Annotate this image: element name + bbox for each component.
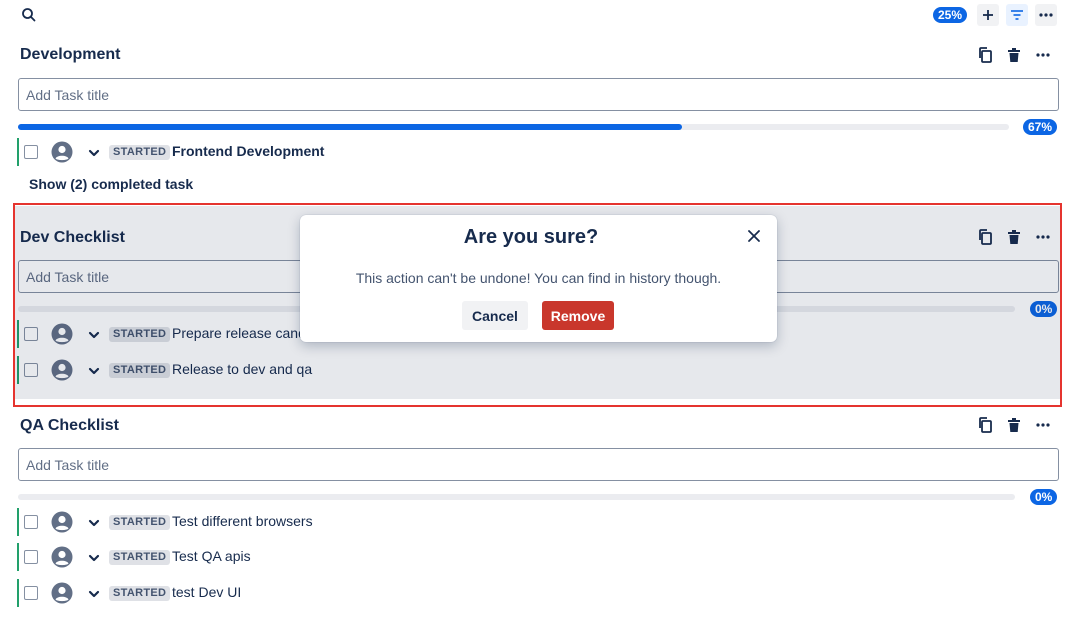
task-checkbox[interactable] <box>24 515 38 529</box>
section-actions <box>974 44 1058 66</box>
progress-bar <box>18 124 1009 130</box>
status-badge[interactable]: STARTED <box>109 515 171 530</box>
chevron-down-icon[interactable] <box>87 587 101 599</box>
status-badge[interactable]: STARTED <box>109 586 171 601</box>
section-title: QA Checklist <box>20 417 119 434</box>
section-actions <box>974 414 1058 436</box>
avatar-icon[interactable] <box>51 511 73 533</box>
remove-button[interactable]: Remove <box>542 301 614 330</box>
filter-button[interactable] <box>1006 4 1028 26</box>
task-checkbox[interactable] <box>24 145 38 159</box>
task-row: STARTED Test QA apis <box>17 543 1057 571</box>
confirm-dialog: Are you sure? This action can't be undon… <box>300 215 777 342</box>
task-checkbox[interactable] <box>24 586 38 600</box>
avatar-icon[interactable] <box>51 141 73 163</box>
avatar-icon[interactable] <box>51 546 73 568</box>
section-title: Development <box>20 46 121 63</box>
plus-icon <box>983 10 993 20</box>
status-badge[interactable]: STARTED <box>109 550 171 565</box>
trash-icon[interactable] <box>1003 44 1025 66</box>
task-title[interactable]: test Dev UI <box>172 584 241 600</box>
dialog-title: Are you sure? <box>463 226 599 248</box>
copy-icon[interactable] <box>974 44 996 66</box>
progress-bar <box>18 494 1015 500</box>
add-task-input[interactable] <box>18 448 1059 481</box>
chevron-down-icon[interactable] <box>87 551 101 563</box>
task-row: STARTED Frontend Development <box>17 138 1057 166</box>
overall-progress-badge: 25% <box>933 7 968 23</box>
add-task-input[interactable] <box>18 78 1059 111</box>
more-icon[interactable] <box>1032 414 1054 436</box>
progress-fill <box>18 124 682 130</box>
status-badge[interactable]: STARTED <box>109 145 171 160</box>
task-title[interactable]: Test QA apis <box>172 548 251 564</box>
search-icon[interactable] <box>20 6 38 24</box>
task-checkbox[interactable] <box>24 550 38 564</box>
cancel-button[interactable]: Cancel <box>462 301 528 330</box>
task-status-bar <box>17 138 19 166</box>
task-row: STARTED test Dev UI <box>17 579 1057 607</box>
avatar-icon[interactable] <box>51 582 73 604</box>
dialog-message: This action can't be undone! You can fin… <box>355 270 722 286</box>
more-icon[interactable] <box>1032 44 1054 66</box>
progress-badge: 67% <box>1023 119 1058 135</box>
add-checklist-button[interactable] <box>977 4 999 26</box>
show-completed-link[interactable]: Show (2) completed task <box>29 176 193 192</box>
task-title[interactable]: Frontend Development <box>172 143 324 159</box>
task-status-bar <box>17 543 19 571</box>
task-status-bar <box>17 579 19 607</box>
chevron-down-icon[interactable] <box>87 516 101 528</box>
more-options-button[interactable] <box>1035 4 1057 26</box>
task-row: STARTED Test different browsers <box>17 508 1057 536</box>
top-toolbar: 25% <box>0 0 1080 30</box>
task-title[interactable]: Test different browsers <box>172 513 313 529</box>
chevron-down-icon[interactable] <box>87 146 101 158</box>
trash-icon[interactable] <box>1003 414 1025 436</box>
copy-icon[interactable] <box>974 414 996 436</box>
more-icon <box>1039 13 1053 17</box>
task-status-bar <box>17 508 19 536</box>
close-icon[interactable] <box>745 227 763 245</box>
filter-icon <box>1011 10 1023 20</box>
progress-badge: 0% <box>1030 489 1058 505</box>
